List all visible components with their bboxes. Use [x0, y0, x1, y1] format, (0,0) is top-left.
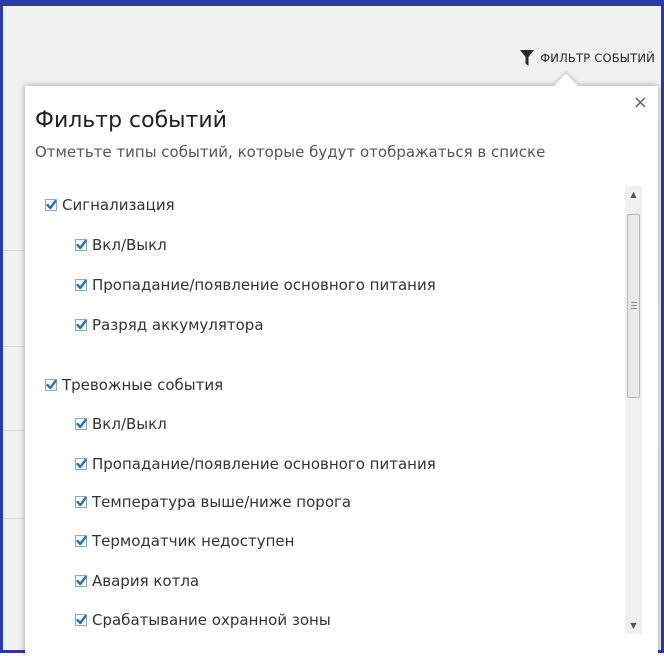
checkbox[interactable] [75, 496, 87, 508]
event-filter-button[interactable]: ФИЛЬТР СОБЫТИЙ [520, 50, 655, 66]
item-label: Разряд аккумулятора [92, 316, 264, 334]
checkbox[interactable] [75, 239, 87, 251]
checkbox-item[interactable]: Срабатывание охранной зоны [75, 611, 331, 629]
group-label: Сигнализация [62, 196, 175, 214]
checkbox-item[interactable]: Авария котла [75, 572, 199, 590]
vertical-scrollbar[interactable]: ▲ ▼ [625, 186, 642, 634]
checkmark-icon [76, 575, 87, 586]
checkbox[interactable] [45, 379, 57, 391]
checkmark-icon [76, 319, 87, 330]
item-label: Срабатывание охранной зоны [92, 611, 331, 629]
divider [3, 518, 25, 519]
event-filter-popup: × Фильтр событий Отметьте типы событий, … [25, 73, 658, 656]
item-label: Термодатчик недоступен [92, 532, 295, 550]
scroll-down-arrow-icon[interactable]: ▼ [625, 617, 642, 634]
checkbox[interactable] [75, 279, 87, 291]
group-label: Тревожные события [62, 376, 224, 394]
divider [3, 346, 25, 347]
popup-title: Фильтр событий [35, 108, 227, 133]
divider [3, 430, 25, 431]
item-label: Вкл/Выкл [92, 236, 167, 254]
item-label: Температура выше/ниже порога [92, 493, 352, 511]
checkbox-item[interactable]: Пропадание/появление основного питания [75, 276, 436, 294]
item-label: Авария котла [92, 572, 200, 590]
group-checkbox-alarm-system[interactable]: Сигнализация [45, 196, 175, 214]
checkbox-item[interactable]: Вкл/Выкл [75, 415, 167, 433]
checkbox[interactable] [75, 614, 87, 626]
checkbox[interactable] [75, 535, 87, 547]
checkmark-icon [76, 614, 87, 625]
checkmark-icon [46, 199, 57, 210]
funnel-icon [520, 50, 535, 66]
checkbox[interactable] [45, 199, 57, 211]
checkbox[interactable] [75, 319, 87, 331]
toolbar: ФИЛЬТР СОБЫТИЙ [3, 6, 661, 86]
checkbox[interactable] [75, 458, 87, 470]
checkbox[interactable] [75, 575, 87, 587]
grip-line [631, 302, 637, 303]
group-checkbox-alarm-events[interactable]: Тревожные события [45, 376, 223, 394]
checkbox[interactable] [75, 418, 87, 430]
item-label: Пропадание/появление основного питания [92, 276, 436, 294]
popup-subtitle: Отметьте типы событий, которые будут ото… [35, 143, 546, 161]
app-window: ФИЛЬТР СОБЫТИЙ × Фильтр событий Отметьте… [0, 0, 664, 656]
divider [3, 250, 25, 251]
checkmark-icon [76, 458, 87, 469]
scrollbar-thumb[interactable] [627, 214, 640, 398]
checkbox-item[interactable]: Пропадание/появление основного питания [75, 455, 436, 473]
event-type-list: Сигнализация Вкл/Выкл Пропадание/появлен… [35, 192, 610, 634]
checkmark-icon [76, 496, 87, 507]
checkmark-icon [76, 535, 87, 546]
close-icon[interactable]: × [633, 94, 648, 112]
checkbox-item[interactable]: Термодатчик недоступен [75, 532, 294, 550]
scroll-up-arrow-icon[interactable]: ▲ [625, 186, 642, 203]
checkmark-icon [46, 379, 57, 390]
checkmark-icon [76, 279, 87, 290]
checkmark-icon [76, 239, 87, 250]
grip-line [631, 305, 637, 306]
grip-line [631, 308, 637, 309]
checkbox-item[interactable]: Разряд аккумулятора [75, 316, 264, 334]
event-filter-label: ФИЛЬТР СОБЫТИЙ [540, 51, 655, 65]
item-label: Вкл/Выкл [92, 415, 167, 433]
checkbox-item[interactable]: Вкл/Выкл [75, 236, 167, 254]
item-label: Пропадание/появление основного питания [92, 455, 436, 473]
checkbox-item[interactable]: Температура выше/ниже порога [75, 493, 351, 511]
checkmark-icon [76, 418, 87, 429]
